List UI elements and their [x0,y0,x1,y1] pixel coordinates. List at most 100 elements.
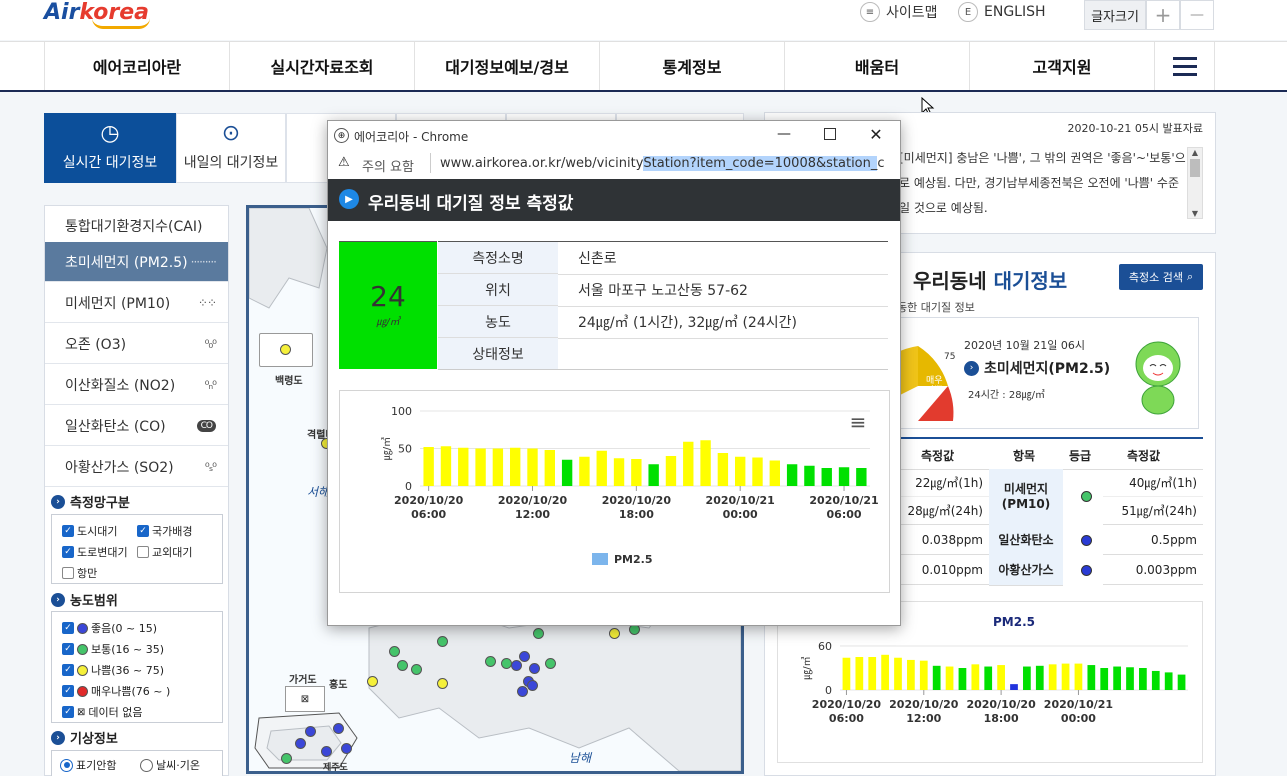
menu-hamburger-icon[interactable] [1154,42,1215,90]
range-nodata-checkbox[interactable]: ✓ ⊠ 데이터 없음 [62,704,143,720]
network-urban-label: 도시대기 [77,525,118,538]
neighborhood-title: 우리동네 대기정보 [913,265,1067,294]
row-line [558,306,888,307]
chart-menu-icon[interactable]: ≡ [850,410,867,434]
station-marker[interactable] [511,660,522,671]
station-marker[interactable] [519,651,530,662]
range-verybad-checkbox[interactable]: ✓ 매우나쁨(76 ~ ) [62,683,170,699]
menu-pm10[interactable]: 미세먼지 (PM10) ⁘⁘ [45,283,228,323]
weather-section-title[interactable]: › 기상정보 [51,728,118,747]
network-port-label: 항만 [77,567,98,580]
station-marker[interactable] [281,753,292,764]
menu-pm25[interactable]: 초미세먼지 (PM2.5) ········· [45,242,228,282]
station-marker[interactable] [280,344,291,355]
network-national-checkbox[interactable]: ✓ 국가배경 [137,523,192,539]
tab-tomorrow-label: 내일의 대기정보 [183,155,279,171]
english-link[interactable]: E ENGLISH [958,0,1046,24]
network-urban-checkbox[interactable]: ✓ 도시대기 [62,523,117,539]
popup-pm25-chart: 0 50 100 ㎍/㎥ 2020/10/20 06:00 2020/10/20 12:00 2… [380,405,879,566]
station-marker[interactable] [437,636,448,647]
nav-item-learning[interactable]: 배움터 [784,42,969,90]
table-cell-value: 22㎍/㎥(1h) [897,469,989,497]
station-marker[interactable] [389,646,400,657]
station-marker[interactable] [545,658,556,669]
left-panel: 통합대기환경지수(CAI) 초미세먼지 (PM2.5) ········· 미세먼… [44,205,229,776]
pm10-dots-icon: ⁘⁘ [197,295,217,310]
scroll-up-arrow-icon[interactable]: ▲ [1188,148,1202,157]
station-search-button[interactable]: 측정소 검색 ⌕ [1119,264,1203,290]
x-tick-label: 2020/10/20 12:00 [889,698,959,725]
menu-so2[interactable]: 아황산가스 (SO2) ⁰ₛ⁰ [45,447,228,487]
menu-o3-label: 오존 (O3) [65,336,127,353]
tab-tomorrow[interactable]: ⊙ 내일의 대기정보 [176,113,286,183]
range-section-title[interactable]: › 농도범위 [51,590,118,609]
tab-realtime[interactable]: ◷ 실시간 대기정보 [44,113,176,183]
map-label-baengnyeongdo: 백령도 [275,376,303,387]
scroll-down-arrow-icon[interactable]: ▼ [1188,209,1202,218]
station-marker[interactable] [485,656,496,667]
station-marker[interactable] [437,678,448,689]
range-good-checkbox[interactable]: ✓ 좋음(0 ~ 15) [62,620,157,636]
station-marker[interactable] [295,738,306,749]
station-marker[interactable] [305,726,316,737]
maximize-button[interactable] [816,122,844,146]
nav-item-realtime[interactable]: 실시간자료조회 [229,42,414,90]
font-increase-button[interactable]: + [1146,0,1180,30]
sitemap-link[interactable]: ≡ 사이트맵 [860,0,938,24]
menu-o3[interactable]: 오존 (O3) ⁰₀⁰ [45,324,228,364]
menu-co[interactable]: 일산화탄소 (CO) CO [45,406,228,446]
baengnyeongdo-inset[interactable] [259,333,313,367]
weather-none-label: 표기안함 [76,759,117,772]
table-header-row: 측정값 항목 등급 측정값 [897,439,1203,470]
nav-item-forecast[interactable]: 대기정보예보/경보 [414,42,599,90]
scrollbar-thumb[interactable] [1190,159,1200,177]
network-suburban-checkbox[interactable]: 교외대기 [137,544,192,560]
table-cell-value: 0.003ppm [1103,555,1203,585]
station-marker[interactable] [527,680,538,691]
table-cell-value: 28㎍/㎥(24h) [897,497,989,525]
popup-titlebar[interactable]: ⊕ 에어코리아 - Chrome — ✕ [328,121,900,149]
nav-item-about[interactable]: 에어코리아란 [44,42,229,90]
station-marker[interactable] [533,628,544,639]
network-roadside-label: 도로변대기 [77,546,128,559]
menu-cai[interactable]: 통합대기환경지수(CAI) [45,206,228,246]
network-port-checkbox[interactable]: 항만 [62,565,97,581]
nav-item-statistics[interactable]: 통계정보 [599,42,784,90]
station-marker[interactable] [367,676,378,687]
station-marker[interactable] [397,660,408,671]
range-normal-label: 보통(16 ~ 35) [91,643,165,656]
popup-url[interactable]: www.airkorea.or.kr/web/vicinityStation?i… [440,156,884,171]
weather-temp-radio[interactable]: 날씨·기온 [140,757,200,773]
weather-none-radio[interactable]: 표기안함 [60,757,116,773]
station-marker[interactable] [609,628,620,639]
station-marker[interactable] [341,743,352,754]
radio-selected [60,758,73,772]
minimize-button[interactable]: — [770,122,798,146]
table-cell-value: 0.038ppm [897,525,989,555]
summary-pollutant: › 초미세먼지(PM2.5) [964,358,1110,378]
chart-bar [631,459,642,486]
y-axis-label: ㎍/㎥ [800,656,813,679]
range-normal-checkbox[interactable]: ✓ 보통(16 ~ 35) [62,641,164,657]
gauge-tick-75: 75 [944,352,956,362]
network-roadside-checkbox[interactable]: ✓ 도로변대기 [62,544,128,560]
notice-scrollbar[interactable]: ▲ ▼ [1187,147,1203,219]
range-bad-checkbox[interactable]: ✓ 나쁨(36 ~ 75) [62,662,164,678]
station-marker[interactable] [321,746,332,757]
menu-no2[interactable]: 이산화질소 (NO2) ⁰ₙ⁰ [45,365,228,405]
station-marker[interactable] [517,686,528,697]
close-button[interactable]: ✕ [862,122,890,146]
station-marker[interactable] [411,664,422,675]
font-decrease-button[interactable]: — [1180,0,1214,30]
gageodo-inset[interactable]: ⊠ [285,686,325,712]
menu-co-label: 일산화탄소 (CO) [65,418,166,435]
station-marker[interactable] [529,663,540,674]
popup-address-bar[interactable]: ⚠ 주의 요함 www.airkorea.or.kr/web/vicinityS… [328,149,900,180]
network-section-title[interactable]: › 측정망구분 [51,492,130,511]
chevron-right-icon: › [51,730,65,745]
row-line [558,274,888,275]
nav-item-support[interactable]: 고객지원 [969,42,1154,90]
station-marker[interactable] [333,723,344,734]
chart-bar [842,657,851,690]
play-circle-icon: ▶ [339,189,359,209]
